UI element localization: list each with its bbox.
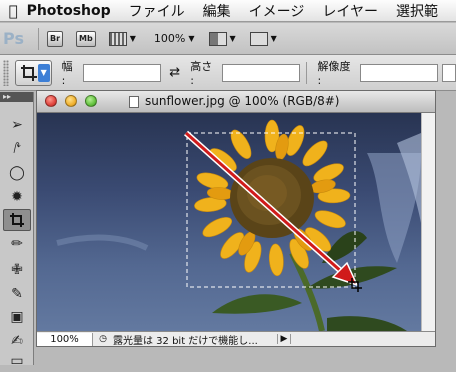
menu-edit[interactable]: 編集	[203, 1, 231, 21]
tools-panel: ▸▸ ➢ ⭚ ◯ ✹ ✏ ✙ ✎ ▣ ✍ ▭	[0, 92, 34, 369]
document-window: sunflower.jpg @ 100% (RGB/8#) 100% ◷ 露光量…	[36, 90, 436, 347]
panel-collapse-icon[interactable]: ▸▸	[0, 92, 33, 102]
quick-selection-tool-icon[interactable]: ✹	[3, 186, 31, 208]
document-title-bar[interactable]: sunflower.jpg @ 100% (RGB/8#)	[37, 91, 435, 113]
marquee-tool-icon[interactable]: ⭚	[3, 138, 31, 160]
menu-app-name[interactable]: Photoshop	[27, 3, 111, 19]
application-bar: Ps Br Mb ▼ 100% ▼ ▼ ▼	[0, 23, 456, 55]
chevron-down-icon[interactable]: ▼	[271, 34, 277, 43]
height-field[interactable]	[222, 63, 301, 82]
image-canvas[interactable]	[37, 113, 421, 331]
history-brush-tool-icon[interactable]: ✍	[3, 330, 31, 352]
move-tool-icon[interactable]: ➢	[3, 114, 31, 136]
chevron-down-icon[interactable]: ▼	[188, 34, 194, 43]
resolution-label: 解像度 :	[317, 60, 351, 87]
brush-tool-icon[interactable]: ✎	[3, 283, 31, 305]
tool-preset-picker[interactable]: ▼	[14, 59, 52, 86]
healing-brush-tool-icon[interactable]: ✙	[3, 259, 31, 281]
menu-file[interactable]: ファイル	[129, 1, 185, 21]
document-title: sunflower.jpg @ 100% (RGB/8#)	[145, 94, 340, 108]
menu-bar:  Photoshop ファイル 編集 イメージ レイヤー 選択範	[0, 0, 456, 22]
crop-icon	[10, 213, 24, 227]
options-bar: ▼ 幅 : ⇄ 高さ : 解像度 :	[0, 55, 456, 91]
zoom-button[interactable]	[85, 95, 97, 107]
divider	[38, 27, 39, 50]
status-zoom-field[interactable]: 100%	[37, 332, 93, 346]
divider	[306, 61, 308, 84]
clone-stamp-tool-icon[interactable]: ▣	[3, 306, 31, 328]
menu-layer[interactable]: レイヤー	[322, 1, 378, 21]
close-button[interactable]	[45, 95, 57, 107]
chevron-down-icon[interactable]: ▼	[230, 34, 236, 43]
sunflower-image	[56, 119, 421, 331]
document-icon	[129, 96, 139, 108]
zoom-level[interactable]: 100%	[154, 32, 185, 45]
width-label: 幅 :	[61, 60, 73, 87]
menu-select[interactable]: 選択範	[396, 1, 438, 21]
lasso-tool-icon[interactable]: ◯	[3, 162, 31, 184]
launch-mini-bridge-button[interactable]: Mb	[76, 30, 96, 47]
menu-image[interactable]: イメージ	[249, 1, 305, 21]
eraser-tool-icon[interactable]: ▭	[3, 350, 31, 372]
minimize-button[interactable]	[65, 95, 77, 107]
crop-tool-icon[interactable]	[3, 209, 31, 231]
apple-icon[interactable]: 	[0, 2, 27, 20]
view-extras-icon[interactable]	[108, 31, 127, 46]
vertical-scrollbar[interactable]	[421, 113, 435, 331]
height-label: 高さ :	[190, 60, 213, 87]
document-status-bar: 100% ◷ 露光量は 32 bit だけで機能し... ▶	[37, 331, 435, 347]
resolution-field[interactable]	[360, 63, 439, 82]
launch-bridge-button[interactable]: Br	[47, 30, 64, 47]
swap-dimensions-icon[interactable]: ⇄	[169, 65, 180, 80]
grip-handle[interactable]	[3, 59, 9, 86]
resolution-units-dropdown[interactable]	[442, 63, 456, 82]
status-message: 露光量は 32 bit だけで機能し...	[113, 335, 258, 347]
screen-mode-icon[interactable]	[249, 31, 268, 46]
chevron-down-icon[interactable]: ▼	[37, 63, 50, 82]
arrange-documents-icon[interactable]	[208, 31, 227, 46]
crop-icon	[20, 64, 37, 81]
status-menu-arrow-icon[interactable]: ▶	[277, 334, 291, 344]
width-field[interactable]	[83, 63, 162, 82]
eyedropper-tool-icon[interactable]: ✏	[3, 233, 31, 255]
photoshop-logo: Ps	[3, 29, 24, 48]
chevron-down-icon[interactable]: ▼	[130, 34, 136, 43]
clock-icon[interactable]: ◷	[96, 334, 110, 344]
